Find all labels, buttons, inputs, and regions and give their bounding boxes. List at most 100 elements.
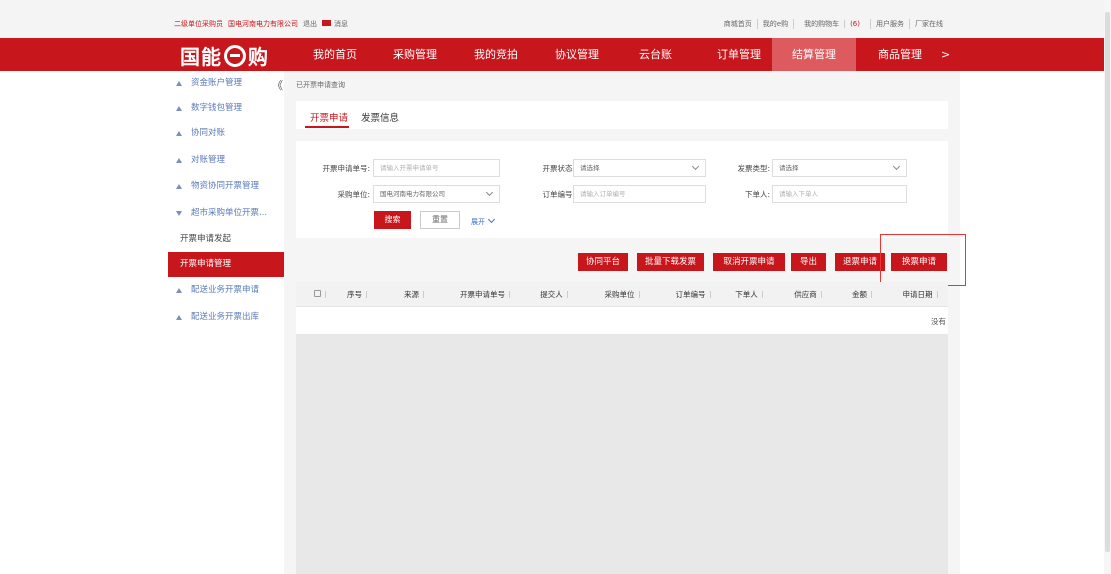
chevron-down-icon bbox=[485, 188, 494, 197]
sidebar-item-fund-account[interactable]: 资金账户管理 bbox=[168, 71, 284, 96]
col-header-amount[interactable]: 金额 bbox=[843, 282, 883, 307]
reset-button[interactable]: 重置 bbox=[420, 211, 460, 229]
order-label: 订单编号: bbox=[542, 190, 575, 199]
col-header-source[interactable]: 来源 bbox=[396, 282, 434, 307]
sort-icon bbox=[566, 291, 570, 298]
nav-procurement[interactable]: 采购管理 bbox=[381, 38, 449, 71]
sort-icon bbox=[871, 291, 874, 298]
batch-download-button[interactable]: 批量下载发票 bbox=[637, 253, 704, 271]
chevron-down-icon bbox=[487, 215, 496, 224]
sort-icon bbox=[936, 291, 940, 298]
buyer-select-value: 国电河南电力有限公司 bbox=[380, 190, 445, 198]
col-header-buyer[interactable]: 采购单位 bbox=[594, 282, 652, 307]
table-body bbox=[296, 334, 948, 574]
expand-toggle[interactable]: 展开 bbox=[471, 215, 496, 227]
sort-icon bbox=[709, 291, 713, 298]
search-button[interactable]: 搜索 bbox=[374, 211, 411, 229]
tab-invoice-apply[interactable]: 开票申请 bbox=[310, 110, 348, 124]
nav-products[interactable]: 商品管理 bbox=[866, 38, 934, 71]
nav-agreement[interactable]: 协议管理 bbox=[543, 38, 611, 71]
col-header-label: 下单人 bbox=[735, 290, 758, 299]
active-tab-indicator bbox=[305, 126, 349, 128]
cart-link[interactable]: 我的购物车 (6) bbox=[793, 19, 870, 29]
sidebar-item-label: 配送业务开票申请 bbox=[191, 285, 260, 295]
nav-home[interactable]: 我的首页 bbox=[301, 38, 369, 71]
col-header-label: 序号 bbox=[347, 290, 362, 299]
cancel-invoice-button[interactable]: 取消开票申请 bbox=[713, 253, 785, 271]
col-header-label: 开票申请单号 bbox=[460, 290, 505, 299]
cart-count: (6) bbox=[844, 20, 865, 28]
arrow-up-icon bbox=[176, 184, 182, 189]
col-header-label: 申请日期 bbox=[902, 290, 933, 299]
nav-more-arrow[interactable]: > bbox=[929, 38, 962, 71]
col-header-supplier[interactable]: 供应商 bbox=[785, 282, 833, 307]
sidebar-item-label: 配送业务开票出库 bbox=[191, 312, 260, 322]
sidebar-item-supermarket-invoicing[interactable]: 超市采购单位开票... bbox=[168, 201, 284, 226]
vendor-online-link[interactable]: 厂家在线 bbox=[909, 19, 948, 29]
sidebar-item-material-invoicing[interactable]: 物资协同开票管理 bbox=[168, 174, 284, 199]
sort-icon bbox=[820, 291, 824, 298]
page-scrollbar[interactable] bbox=[1104, 0, 1111, 574]
sidebar-item-label: 数字钱包管理 bbox=[191, 103, 243, 113]
buyer-select[interactable]: 国电河南电力有限公司 bbox=[373, 185, 500, 203]
sidebar-collapse-icon[interactable]: 《 bbox=[272, 77, 283, 93]
cart-label: 我的购物车 bbox=[804, 20, 840, 28]
arrow-up-icon bbox=[176, 81, 182, 86]
top-utility-bar: 二级单位采购员 国电河南电力有限公司 退出 消息 商城首页 我的e购 我的购物车… bbox=[0, 0, 1111, 38]
scrollbar-thumb[interactable] bbox=[1105, 12, 1110, 552]
export-button[interactable]: 导出 bbox=[791, 253, 826, 271]
col-header-label: 提交人 bbox=[540, 290, 563, 299]
sidebar-item-label: 物资协同开票管理 bbox=[191, 181, 260, 191]
sidebar-item-invoice-initiate[interactable]: 开票申请发起 bbox=[168, 227, 284, 252]
chevron-down-icon bbox=[892, 162, 901, 171]
nav-auction[interactable]: 我的竞拍 bbox=[462, 38, 530, 71]
col-header-submitter[interactable]: 提交人 bbox=[533, 282, 577, 307]
invoice-no-input[interactable]: 请输入开票申请单号 bbox=[373, 159, 500, 177]
sidebar-item-label: 超市采购单位开票... bbox=[191, 208, 268, 218]
messages-link[interactable]: 消息 bbox=[322, 19, 348, 29]
placer-input[interactable]: 请输入下单人 bbox=[772, 185, 907, 203]
sort-icon bbox=[509, 291, 512, 298]
nav-cloud-ledger[interactable]: 云台账 bbox=[627, 38, 684, 71]
arrow-down-icon bbox=[176, 211, 182, 216]
tab-invoice-info[interactable]: 发票信息 bbox=[361, 110, 399, 124]
sidebar-item-delivery-invoice-apply[interactable]: 配送业务开票申请 bbox=[168, 278, 284, 303]
refund-invoice-button[interactable]: 退票申请 bbox=[835, 253, 885, 271]
logo-e-icon bbox=[224, 44, 246, 67]
col-header-index[interactable]: 序号 bbox=[338, 282, 378, 307]
table-header: 序号 来源 开票申请单号 提交人 采购单位 订单编号 下单人 供应商 金额 申请… bbox=[296, 282, 948, 307]
buyer-label: 采购单位: bbox=[337, 190, 370, 199]
arrow-up-icon bbox=[176, 131, 182, 136]
logo-text-left: 国能 bbox=[180, 45, 222, 69]
placer-label: 下单人: bbox=[744, 190, 770, 199]
sidebar-item-invoice-manage[interactable]: 开票申请管理 bbox=[168, 252, 284, 277]
my-egou-link[interactable]: 我的e购 bbox=[756, 19, 793, 29]
nav-settlement[interactable]: 结算管理 bbox=[772, 38, 856, 71]
user-service-link[interactable]: 用户服务 bbox=[870, 19, 909, 29]
mall-home-link[interactable]: 商城首页 bbox=[719, 19, 757, 29]
sidebar-item-delivery-invoice-out[interactable]: 配送业务开票出库 bbox=[168, 305, 284, 330]
site-logo[interactable]: 国能 购 bbox=[180, 41, 269, 70]
type-select[interactable]: 请选择 bbox=[772, 159, 907, 177]
logout-link[interactable]: 退出 bbox=[303, 19, 317, 29]
col-header-order-no[interactable]: 订单编号 bbox=[664, 282, 724, 307]
status-select[interactable]: 请选择 bbox=[573, 159, 706, 177]
col-header-label: 采购单位 bbox=[604, 290, 635, 299]
sidebar-item-reconcile-mgmt[interactable]: 对账管理 bbox=[168, 148, 284, 173]
highlight-box bbox=[880, 234, 966, 286]
col-header-apply-date[interactable]: 申请日期 bbox=[894, 282, 948, 307]
sidebar-item-digital-wallet[interactable]: 数字钱包管理 bbox=[168, 96, 284, 121]
sidebar-item-collab-reconcile[interactable]: 协同对账 bbox=[168, 121, 284, 146]
tab-bar: 开票申请 发票信息 bbox=[296, 101, 948, 129]
col-header-invoice-no[interactable]: 开票申请单号 bbox=[446, 282, 526, 307]
nav-orders[interactable]: 订单管理 bbox=[705, 38, 773, 71]
status-select-value: 请选择 bbox=[580, 164, 600, 172]
company-name: 国电河南电力有限公司 bbox=[228, 20, 298, 28]
col-header-placer[interactable]: 下单人 bbox=[728, 282, 772, 307]
sort-icon bbox=[638, 291, 642, 298]
sort-icon bbox=[366, 291, 369, 298]
col-header-label: 订单编号 bbox=[675, 290, 706, 299]
order-input[interactable]: 请输入订单编号 bbox=[573, 185, 706, 203]
select-all-checkbox[interactable] bbox=[304, 282, 338, 307]
collab-platform-button[interactable]: 协同平台 bbox=[578, 253, 628, 271]
